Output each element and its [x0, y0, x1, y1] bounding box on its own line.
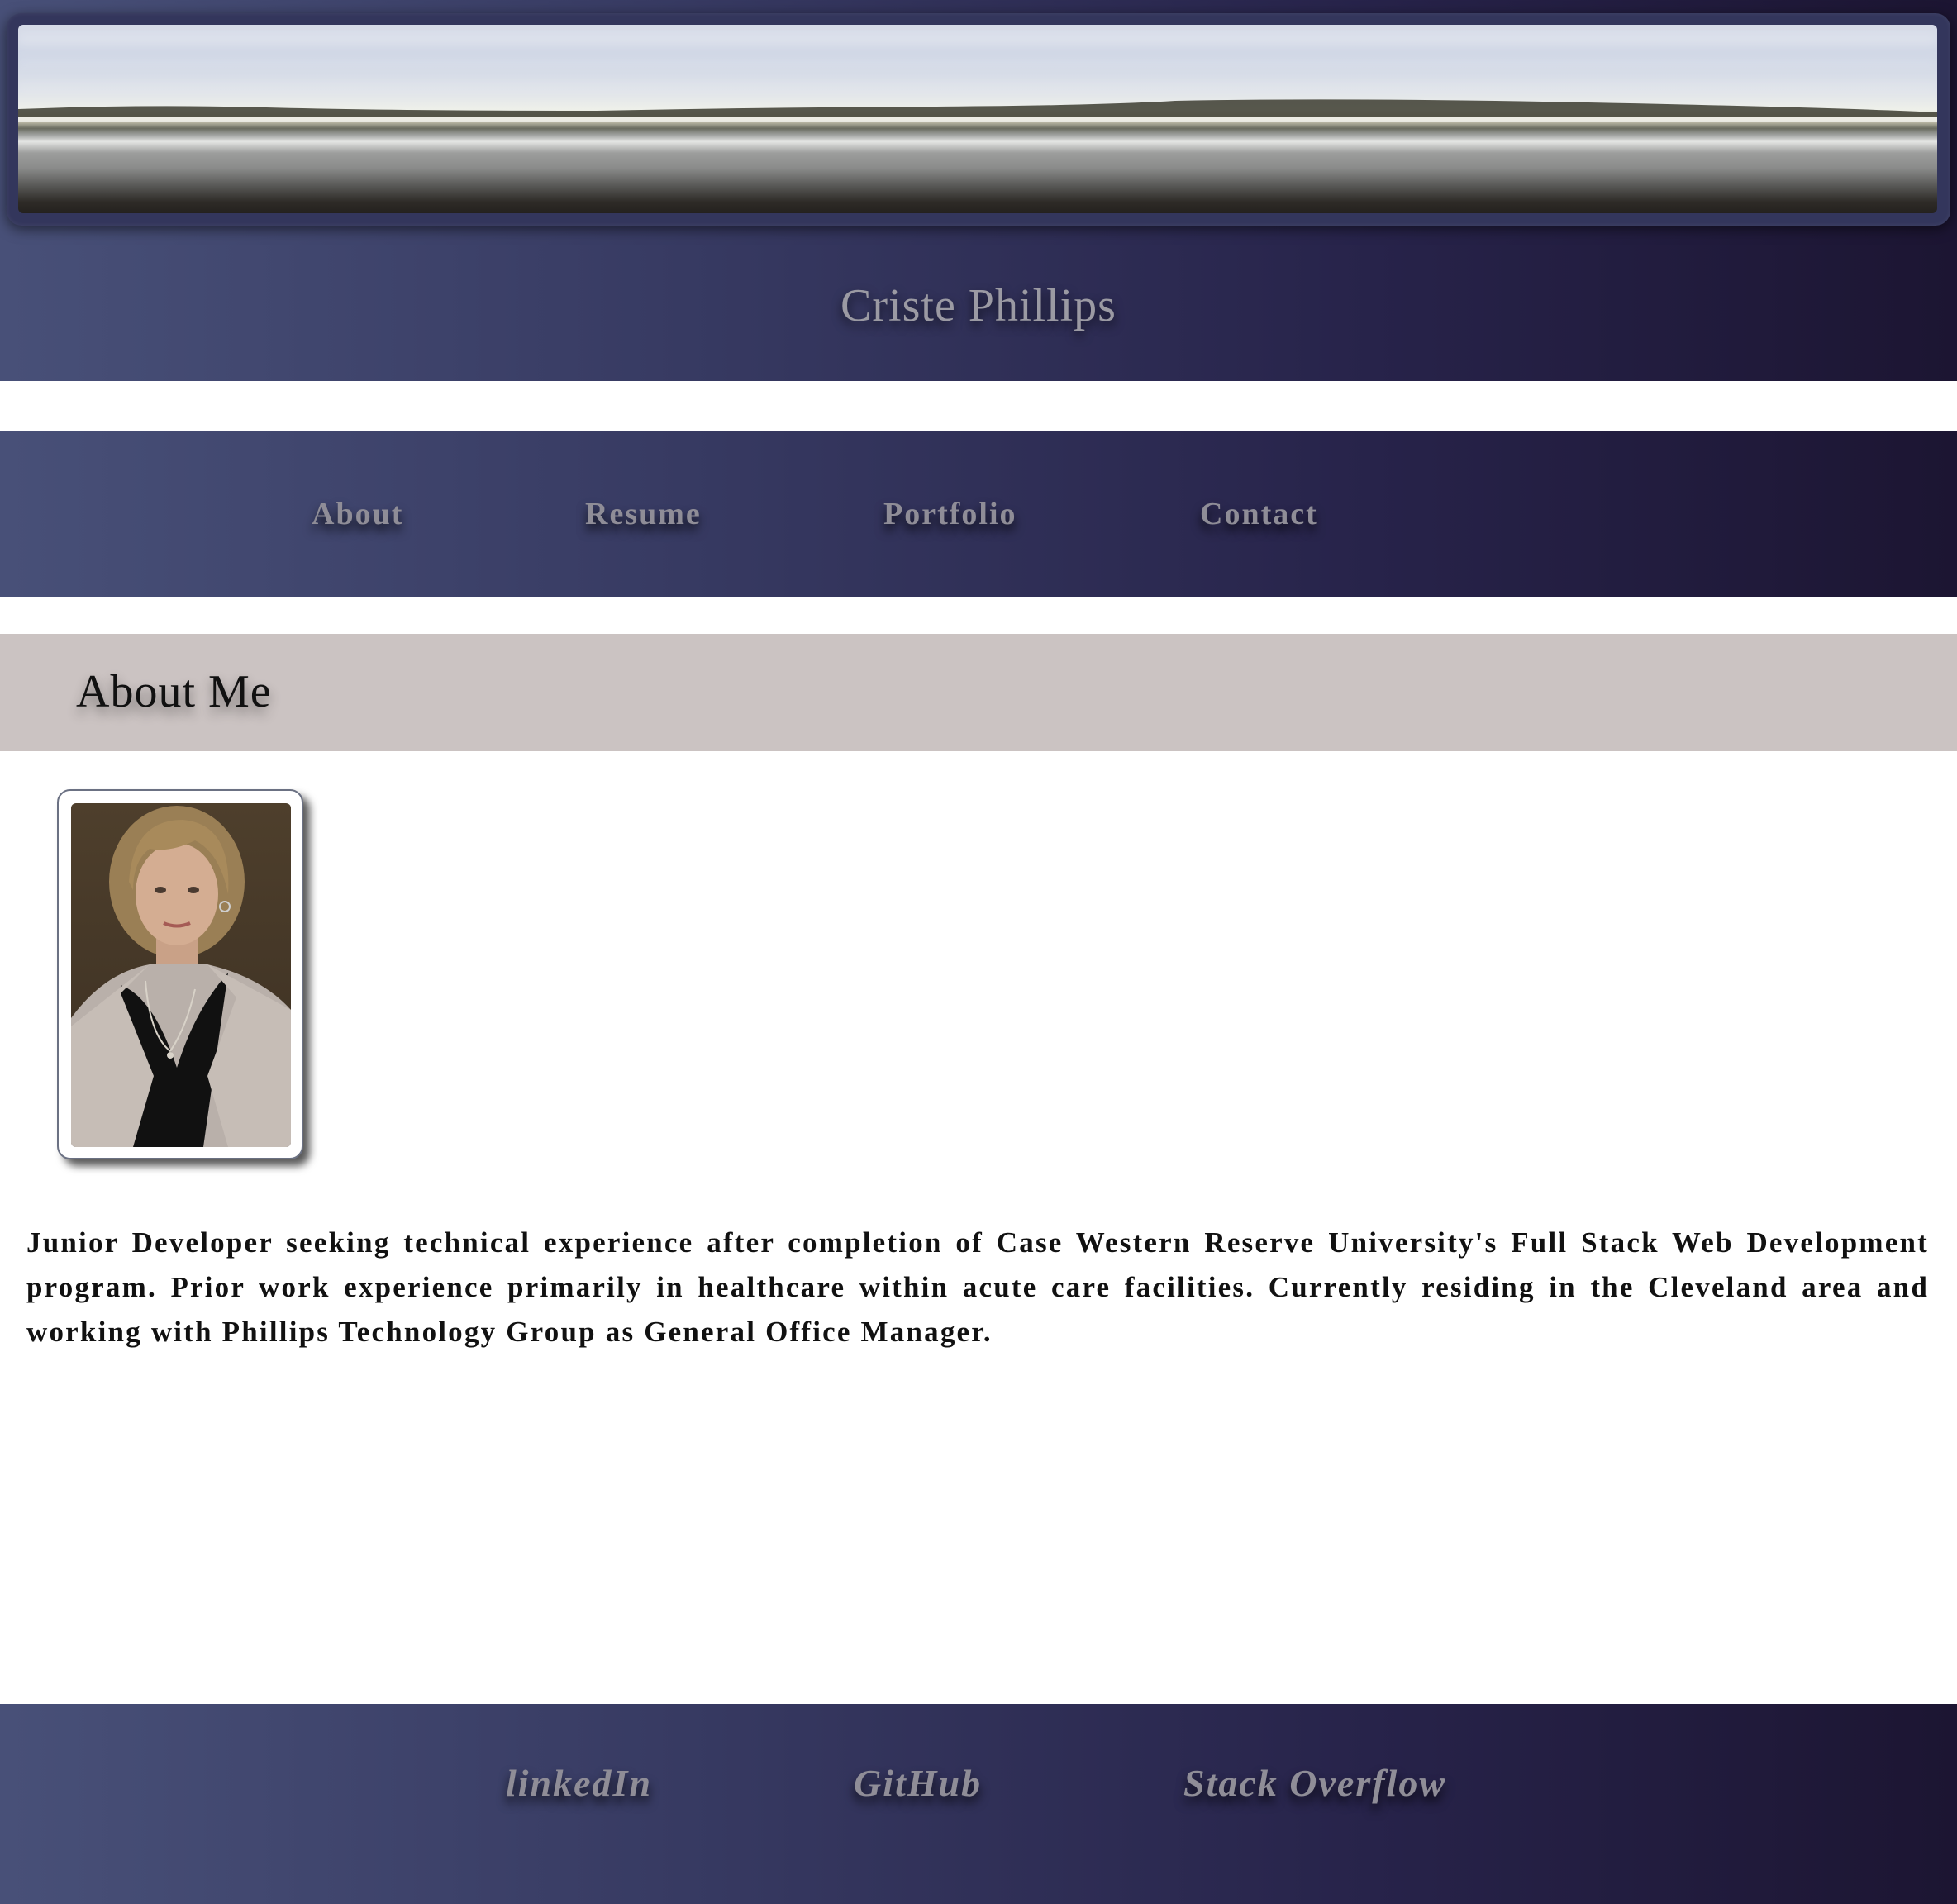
- nav-link-resume[interactable]: Resume: [585, 431, 702, 597]
- about-section-header: About Me: [0, 634, 1957, 751]
- main-navigation: About Resume Portfolio Contact: [0, 431, 1957, 597]
- bio-paragraph: Junior Developer seeking technical exper…: [26, 1226, 1929, 1348]
- footer-link-linkedin[interactable]: linkedIn: [506, 1750, 652, 1816]
- footer-link-github[interactable]: GitHub: [854, 1750, 982, 1816]
- profile-photo: [71, 803, 291, 1147]
- banner-landscape-image: [18, 25, 1937, 213]
- site-footer: linkedIn GitHub Stack Overflow: [0, 1704, 1957, 1904]
- nav-link-portfolio[interactable]: Portfolio: [883, 431, 1017, 597]
- banner-frame: [7, 13, 1950, 226]
- site-header: Criste Phillips: [0, 0, 1957, 381]
- footer-link-stack-overflow[interactable]: Stack Overflow: [1183, 1750, 1446, 1816]
- hills-silhouette: [18, 99, 1937, 122]
- profile-photo-frame: [57, 789, 303, 1159]
- site-title: Criste Phillips: [840, 280, 1117, 331]
- nav-link-contact[interactable]: Contact: [1200, 431, 1318, 597]
- section-title: About Me: [76, 666, 272, 717]
- portrait-illustration: [71, 806, 291, 1147]
- nav-link-about[interactable]: About: [312, 431, 403, 597]
